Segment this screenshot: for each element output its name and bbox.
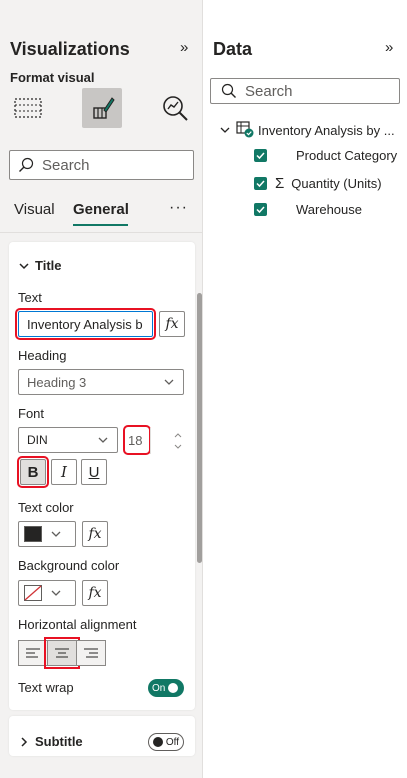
checkbox-checked[interactable] <box>254 203 267 216</box>
background-color-fx-button[interactable]: fx <box>82 580 108 606</box>
toggle-knob <box>153 737 163 747</box>
italic-button[interactable]: I <box>51 459 77 485</box>
field-quantity-units[interactable]: Σ Quantity (Units) <box>254 175 382 192</box>
toggle-knob <box>168 683 179 693</box>
checkmark-icon <box>256 180 265 188</box>
build-visual-icon[interactable] <box>8 88 48 128</box>
no-color-swatch-icon <box>24 585 42 601</box>
align-left-button[interactable] <box>18 640 48 666</box>
visualizations-pane: Visualizations » Format visual Search Vi… <box>0 0 203 778</box>
chevron-down-icon <box>19 262 29 269</box>
align-center-icon <box>55 648 69 658</box>
format-pane-scrollbar[interactable] <box>197 293 202 563</box>
subtitle-section-label: Subtitle <box>35 734 83 749</box>
checkmark-icon <box>256 152 265 160</box>
tab-general[interactable]: General <box>73 201 129 218</box>
table-node-inventory[interactable]: Inventory Analysis by ... <box>220 121 395 139</box>
chevron-down-icon <box>98 437 108 443</box>
subtitle-toggle[interactable]: Off <box>148 733 184 751</box>
bold-button[interactable]: B <box>17 456 49 488</box>
font-size-input[interactable]: 18 <box>123 425 151 455</box>
tab-divider <box>0 232 202 233</box>
underline-button[interactable]: U <box>81 459 107 485</box>
search-placeholder: Search <box>42 156 90 174</box>
subtitle-state: Off <box>165 736 179 748</box>
background-color-label: Background color <box>18 558 120 573</box>
text-wrap-toggle[interactable]: On <box>148 679 184 697</box>
chevron-down-icon <box>164 379 174 385</box>
title-text-input[interactable]: Inventory Analysis b <box>15 308 156 340</box>
collapse-visualizations-button[interactable]: » <box>180 39 188 56</box>
align-center-button[interactable] <box>44 637 80 669</box>
data-search-input[interactable]: Search <box>210 78 400 104</box>
table-icon <box>236 121 254 138</box>
chevron-down-icon <box>51 531 61 537</box>
collapse-data-button[interactable]: » <box>385 39 393 56</box>
checkmark-icon <box>256 206 265 214</box>
background-color-picker[interactable] <box>18 580 76 606</box>
search-icon <box>221 83 236 98</box>
search-placeholder: Search <box>245 82 293 100</box>
field-label: Product Category <box>296 148 398 163</box>
format-visual-label: Format visual <box>10 70 95 85</box>
font-size-spinner[interactable] <box>150 428 184 454</box>
tab-visual[interactable]: Visual <box>14 201 55 218</box>
search-icon <box>19 157 34 172</box>
align-right-icon <box>84 648 98 658</box>
table-name: Inventory Analysis by ... <box>258 122 395 138</box>
title-section-label: Title <box>35 258 62 273</box>
heading-value: Heading 3 <box>27 374 87 390</box>
chevron-down-icon <box>220 127 230 133</box>
text-color-swatch <box>24 526 42 542</box>
align-left-icon <box>26 648 40 658</box>
checkbox-checked[interactable] <box>254 149 267 162</box>
data-pane: Data » Search Inventory Analysis by ... … <box>204 0 407 778</box>
visualizations-search-input[interactable]: Search <box>9 150 194 180</box>
horizontal-alignment-label: Horizontal alignment <box>18 617 137 632</box>
visualizations-title: Visualizations <box>10 39 130 59</box>
field-label: Quantity (Units) <box>291 176 382 191</box>
chevron-down-icon <box>51 590 61 596</box>
field-warehouse[interactable]: Warehouse <box>254 202 362 217</box>
spinner-arrows-icon <box>174 433 182 449</box>
analytics-icon[interactable] <box>155 88 195 128</box>
font-label: Font <box>18 406 45 421</box>
heading-dropdown[interactable]: Heading 3 <box>18 369 184 395</box>
align-right-button[interactable] <box>76 640 106 666</box>
text-color-label: Text color <box>18 500 74 515</box>
chevron-right-icon <box>21 736 28 747</box>
text-wrap-label: Text wrap <box>18 680 74 695</box>
active-tab-indicator <box>73 224 128 226</box>
text-color-picker[interactable] <box>18 521 76 547</box>
more-options-button[interactable]: ··· <box>169 199 188 217</box>
text-wrap-state: On <box>152 682 166 694</box>
field-product-category[interactable]: Product Category <box>254 148 397 163</box>
subtitle-section-header[interactable]: Subtitle <box>19 734 83 749</box>
font-family-dropdown[interactable]: DIN <box>18 427 118 453</box>
font-family-value: DIN <box>27 433 48 447</box>
sigma-icon: Σ <box>275 175 285 192</box>
checkbox-checked[interactable] <box>254 177 267 190</box>
title-text-fx-button[interactable]: fx <box>159 311 185 337</box>
alignment-button-group <box>18 637 106 669</box>
heading-label: Heading <box>18 348 67 363</box>
text-color-fx-button[interactable]: fx <box>82 521 108 547</box>
format-visual-icon[interactable] <box>82 88 122 128</box>
field-label: Warehouse <box>296 202 362 217</box>
text-label: Text <box>18 290 42 305</box>
title-section-header[interactable]: Title <box>19 258 62 273</box>
data-title: Data <box>213 39 253 59</box>
